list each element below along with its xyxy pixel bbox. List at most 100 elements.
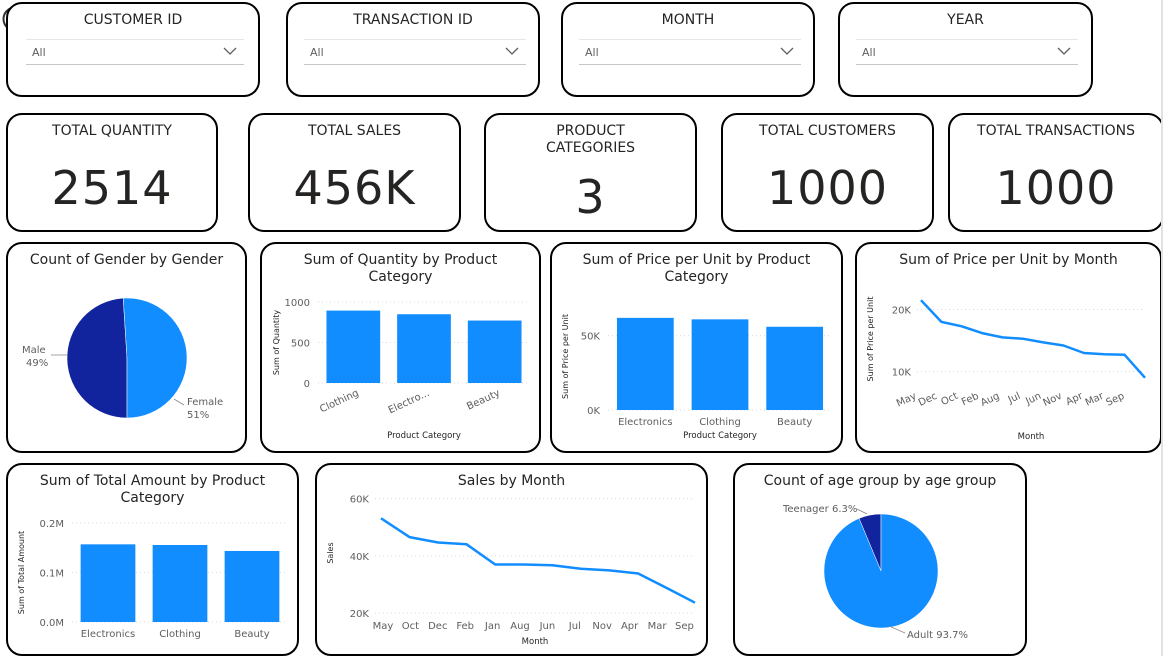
filter-card-month: MONTH All [561,2,815,97]
y-tick-label: 40K [350,552,370,563]
age-group-pie-chart[interactable]: Teenager 6.3% Adult 93.7% [735,465,1025,654]
filter-title: MONTH [661,12,715,28]
bar [224,550,280,622]
x-tick-label: Electronics [618,417,673,428]
y-axis-title: Sum of Price per Unit [561,314,570,399]
kpi-title: PRODUCT CATEGORIES [545,123,636,156]
y-tick-label: 10K [892,368,912,379]
kpi-card-total-sales: TOTAL SALES 456K [248,113,461,232]
data-label: Female [187,397,223,408]
sales-by-month-card: Sales by Month 20K 40K 60K May Oct Dec Feb Jan A… [315,463,708,656]
customer-id-dropdown[interactable]: All [26,39,244,65]
data-label: Adult 93.7% [907,630,968,641]
data-label: 49% [26,358,48,369]
y-tick-label: 20K [350,609,370,620]
x-tick-label: Sep [675,621,694,632]
bar [152,544,208,622]
x-tick-label: Jun [539,621,556,632]
dropdown-value: All [32,46,46,59]
x-tick-label: Apr [621,621,639,632]
x-tick-label: Clothing [699,417,741,428]
x-tick-label: Electro... [387,388,432,417]
bar [616,317,674,410]
filter-card-year: YEAR All [838,2,1093,97]
chevron-down-icon [223,47,237,55]
x-tick-label: Nov [1042,391,1064,409]
kpi-card-total-customers: TOTAL CUSTOMERS 1000 [721,113,934,232]
pie-slice [823,513,939,629]
price-per-unit-category-card: Sum of Price per Unit by Product Categor… [550,242,843,453]
leader-line [856,508,868,515]
x-tick-label: Feb [960,391,981,408]
y-tick-label: 0.2M [39,519,64,530]
x-axis-title: Product Category [683,431,757,441]
dropdown-value: All [585,46,599,59]
y-tick-label: 0.0M [39,618,64,629]
y-tick-label: 0K [587,406,600,417]
y-tick-label: 0.1M [39,569,64,580]
month-dropdown[interactable]: All [579,39,801,65]
x-tick-label: Nov [592,621,612,632]
year-dropdown[interactable]: All [856,39,1078,65]
x-tick-label: Jul [1006,391,1023,406]
total-amount-bar-chart[interactable]: 0.0M0.1M0.2MElectronics Clothing BeautySum… [8,465,297,654]
data-label: Male [22,345,46,356]
x-tick-label: Dec [917,391,939,409]
transaction-id-dropdown[interactable]: All [304,39,526,65]
gender-pie-card: Count of Gender by Gender Male 49% Female 5… [6,242,247,453]
series-line [920,299,1146,379]
x-axis-title: Product Category [387,431,461,441]
data-label: Teenager 6.3% [782,504,857,515]
x-tick-label: Mar [648,621,668,632]
total-amount-bar-card: Sum of Total Amount by Product Category … [6,463,299,656]
kpi-value: 1000 [766,161,889,215]
chevron-down-icon [780,47,794,55]
kpi-title: TOTAL QUANTITY [52,123,172,139]
filter-card-transaction-id: TRANSACTION ID All [286,2,540,97]
x-tick-label: Apr [1064,390,1085,408]
filter-title: CUSTOMER ID [83,12,183,28]
x-tick-label: Aug [510,621,530,632]
leader-line [888,625,906,634]
x-axis-title: Month [1018,432,1045,442]
kpi-value: 1000 [995,161,1117,215]
y-axis-title: Sales [326,542,335,563]
sales-by-month-chart[interactable]: 20K 40K 60K May Oct Dec Feb Jan Aug Jun Jul Nov Apr M… [317,465,706,654]
leader-line [173,398,185,406]
gender-pie-chart[interactable]: Male 49% Female 51% [8,244,245,451]
y-tick-label: 1000 [285,298,310,309]
x-tick-label: Jun [1023,391,1043,408]
x-tick-label: Aug [979,391,1001,409]
price-per-unit-month-chart[interactable]: 10K20KMayDec Oct FebAug Jul JunNov Apr Mar SepS… [857,244,1160,451]
bar [80,544,136,622]
kpi-card-total-transactions: TOTAL TRANSACTIONS 1000 [948,113,1163,232]
x-tick-label: Sep [1105,391,1127,409]
filter-title: TRANSACTION ID [353,12,473,28]
kpi-card-product-categories: PRODUCT CATEGORIES 3 [484,113,697,232]
x-axis-title: Month [522,637,549,647]
x-tick-label: Electronics [81,629,136,640]
y-tick-label: 20K [892,306,912,317]
bar [691,319,749,410]
filter-title: YEAR [947,12,984,28]
x-tick-label: Beauty [777,417,812,428]
bar [467,320,522,383]
y-tick-label: 60K [350,495,370,506]
chevron-down-icon [1057,47,1071,55]
kpi-value: 3 [575,170,606,224]
x-tick-label: Beauty [234,629,269,640]
x-tick-label: Feb [456,621,474,632]
pie-slice [66,297,128,419]
chevron-down-icon [505,47,519,55]
bar [766,326,824,410]
price-per-unit-category-chart[interactable]: 0K50KElectronics Clothing BeautySum of Pri… [552,244,841,451]
x-tick-label: May [373,621,394,632]
y-axis-title: Sum of Total Amount [17,531,26,614]
quantity-bar-card: Sum of Quantity by Product Category 0 500… [260,242,541,453]
kpi-card-total-quantity: TOTAL QUANTITY 2514 [6,113,218,232]
bar [326,310,381,383]
x-tick-label: Clothing [318,388,360,416]
x-tick-label: Jul [568,621,581,632]
quantity-bar-chart[interactable]: 05001000Clothing Electro... BeautySum of Q… [262,244,539,451]
kpi-title: TOTAL CUSTOMERS [759,123,896,139]
